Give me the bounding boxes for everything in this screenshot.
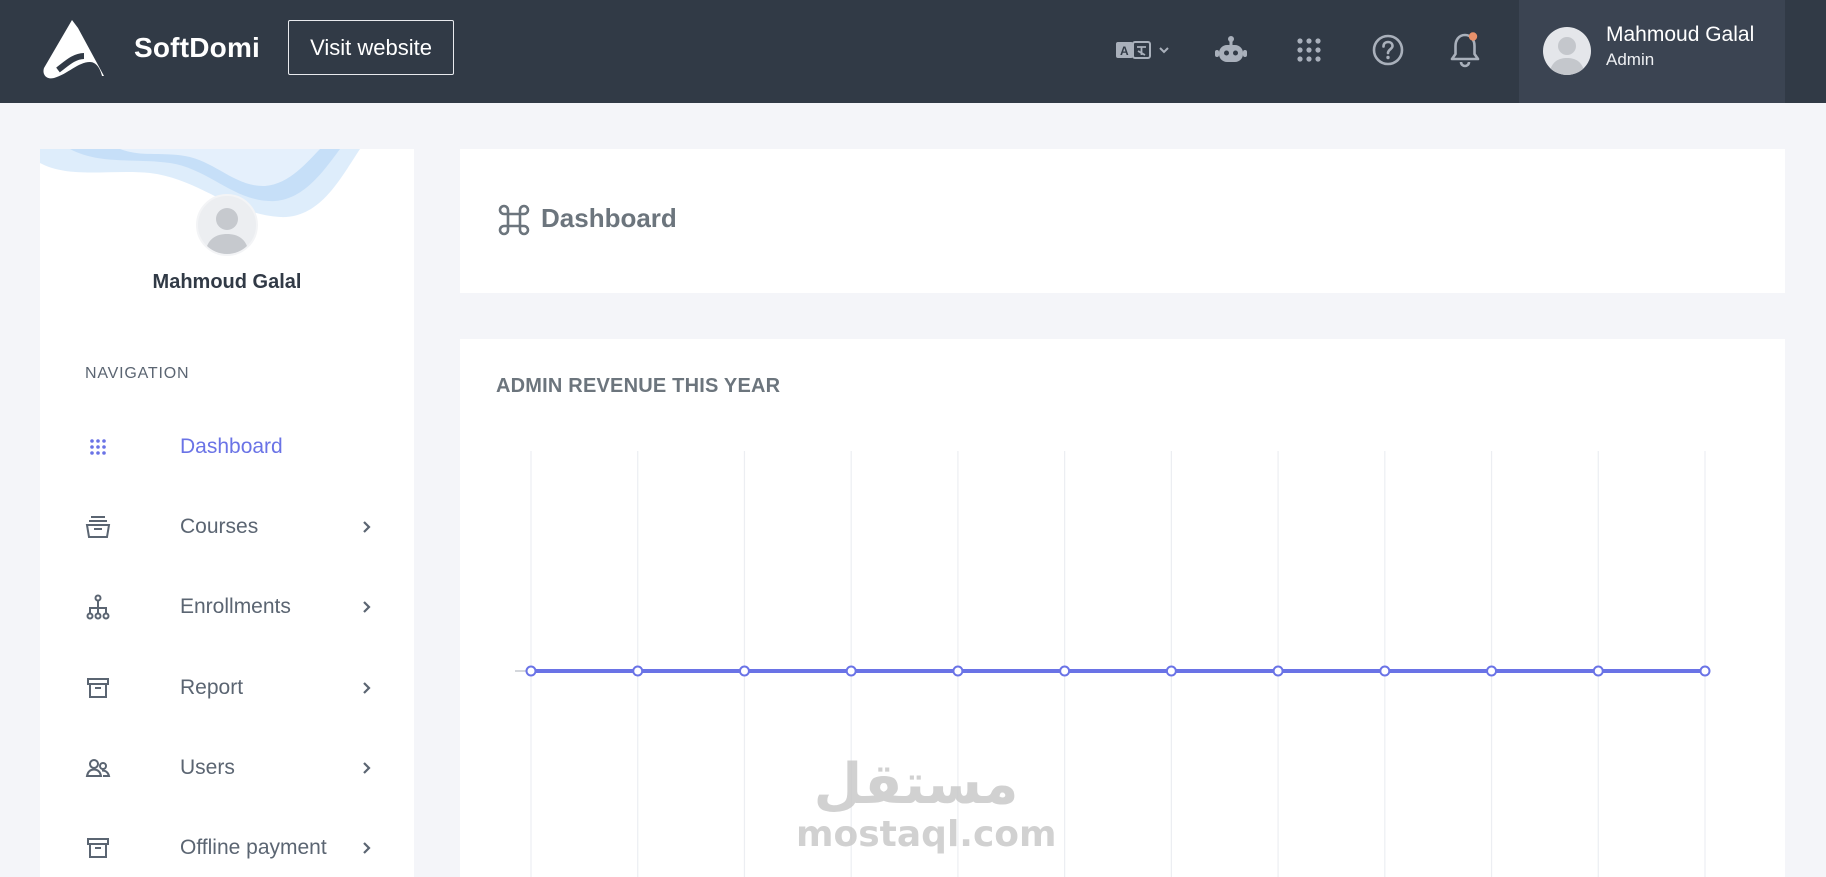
sidebar: Mahmoud Galal NAVIGATION Dashboard Cours… bbox=[40, 149, 414, 877]
users-icon bbox=[85, 755, 111, 781]
archive-icon bbox=[85, 675, 111, 701]
chevron-right-icon bbox=[359, 519, 375, 535]
chevron-right-icon bbox=[359, 599, 375, 615]
sidebar-item-dashboard[interactable]: Dashboard bbox=[85, 425, 375, 469]
chevron-right-icon bbox=[359, 680, 375, 696]
data-point[interactable] bbox=[525, 665, 537, 677]
notification-dot bbox=[1468, 32, 1478, 41]
page-title-card: Dashboard bbox=[460, 149, 1785, 293]
data-point[interactable] bbox=[952, 665, 964, 677]
revenue-chart-card: ADMIN REVENUE THIS YEAR bbox=[460, 339, 1785, 877]
bell-icon[interactable] bbox=[1448, 30, 1482, 70]
watermark-arabic: مستقل bbox=[813, 752, 1019, 817]
apps-grid-icon[interactable] bbox=[1294, 30, 1324, 70]
user-name: Mahmoud Galal bbox=[1606, 23, 1755, 46]
data-point[interactable] bbox=[1059, 665, 1071, 677]
watermark-latin: mostaql.com bbox=[796, 814, 1057, 855]
data-point[interactable] bbox=[1379, 665, 1391, 677]
sidebar-item-label: Dashboard bbox=[180, 435, 283, 458]
avatar bbox=[1543, 27, 1591, 75]
mostaql-watermark: مستقل mostaql.com bbox=[796, 752, 1057, 855]
sidebar-item-label: Courses bbox=[180, 515, 259, 538]
user-role: Admin bbox=[1606, 50, 1655, 69]
nav-section-title: NAVIGATION bbox=[85, 365, 190, 382]
data-point[interactable] bbox=[738, 665, 750, 677]
help-icon[interactable] bbox=[1372, 30, 1404, 70]
robot-icon[interactable] bbox=[1214, 30, 1248, 70]
archive-icon bbox=[85, 835, 111, 861]
command-icon bbox=[498, 204, 530, 236]
sidebar-item-label: Enrollments bbox=[180, 595, 291, 618]
data-point[interactable] bbox=[1486, 665, 1498, 677]
svg-text:A: A bbox=[1120, 44, 1129, 58]
sidebar-item-label: Users bbox=[180, 756, 235, 779]
chevron-right-icon bbox=[359, 760, 375, 776]
chevron-right-icon bbox=[359, 840, 375, 856]
sidebar-item-report[interactable]: Report bbox=[85, 666, 375, 710]
data-point[interactable] bbox=[1165, 665, 1177, 677]
sidebar-item-label: Offline payment bbox=[180, 836, 327, 859]
revenue-line-chart bbox=[515, 451, 1711, 877]
sitemap-icon bbox=[85, 594, 111, 620]
profile-name: Mahmoud Galal bbox=[152, 271, 302, 293]
data-point[interactable] bbox=[632, 665, 644, 677]
sidebar-item-courses[interactable]: Courses bbox=[85, 505, 375, 549]
translate-icon[interactable]: A bbox=[1114, 30, 1172, 70]
user-menu[interactable]: Mahmoud Galal Admin bbox=[1519, 0, 1785, 103]
data-point[interactable] bbox=[1592, 665, 1604, 677]
sidebar-item-users[interactable]: Users bbox=[85, 746, 375, 790]
inbox-icon bbox=[85, 514, 111, 540]
logo-icon[interactable] bbox=[38, 18, 106, 82]
profile-avatar bbox=[196, 194, 258, 256]
data-point[interactable] bbox=[1272, 665, 1284, 677]
data-point[interactable] bbox=[845, 665, 857, 677]
brand-name[interactable]: SoftDomi bbox=[134, 32, 260, 64]
visit-website-button[interactable]: Visit website bbox=[288, 20, 454, 75]
dots-grid-icon bbox=[85, 434, 111, 460]
topbar: SoftDomi Visit website A Mahmoud Galal A… bbox=[0, 0, 1826, 103]
data-point[interactable] bbox=[1699, 665, 1711, 677]
page-title: Dashboard bbox=[541, 203, 677, 233]
sidebar-item-label: Report bbox=[180, 676, 244, 699]
sidebar-item-enrollments[interactable]: Enrollments bbox=[85, 585, 375, 629]
sidebar-item-offline-payment[interactable]: Offline payment bbox=[85, 826, 375, 870]
